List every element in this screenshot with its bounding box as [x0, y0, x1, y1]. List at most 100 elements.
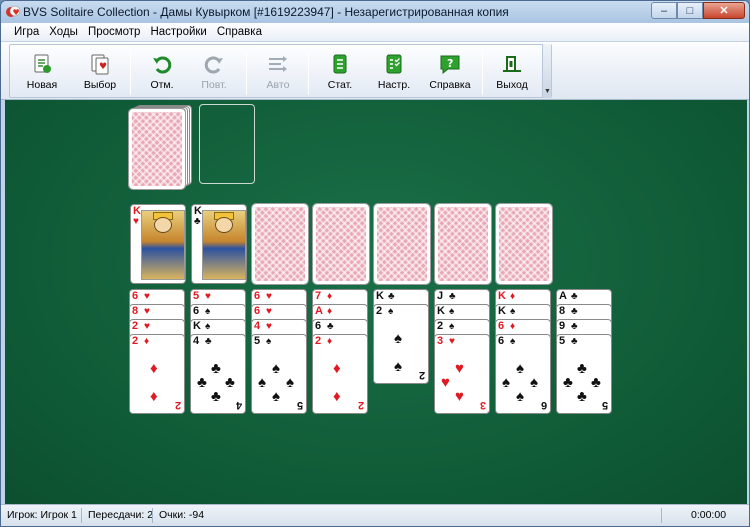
card-rank: 6 — [315, 320, 322, 332]
card-suit: ♣ — [449, 291, 456, 302]
card-rank: 6 — [254, 305, 261, 317]
card-rank: 5 — [559, 335, 566, 347]
card-rank: 6 — [132, 290, 139, 302]
card-pip: ♦ — [150, 360, 158, 377]
tableau-card[interactable]: 5 ♣ ♣ ♣ ♣ ♣ 5 — [556, 334, 612, 414]
card-rank: 2 — [437, 320, 444, 332]
undo-label: Отм. — [150, 79, 174, 91]
card-suit: ♠ — [449, 321, 455, 332]
card-suit: ♠ — [510, 336, 516, 347]
exit-icon — [501, 53, 523, 75]
card-rank-corner: 2 — [418, 369, 425, 381]
card-pip: ♣ — [591, 374, 601, 391]
toolbar-panel: Новая ♥ Выбор Отм. Повт. Авто Стат. Наст… — [9, 44, 552, 98]
card-suit: ♥ — [144, 306, 150, 317]
tableau-card[interactable]: 5 ♠ ♠ ♠ ♠ ♠ 5 — [251, 334, 307, 414]
card-pip: ♥ — [455, 360, 464, 377]
tableau-card[interactable]: 2 ♠ ♠ ♠ 2 — [373, 304, 429, 384]
undo-icon — [151, 53, 173, 75]
auto-play-icon — [267, 53, 289, 75]
menu-view[interactable]: Просмотр — [83, 26, 146, 38]
toolbar-overflow-handle[interactable]: ▼ — [542, 44, 551, 98]
card-pip: ♥ — [455, 388, 464, 405]
card-suit: ♦ — [327, 336, 333, 347]
choose-game-icon: ♥ — [89, 53, 111, 75]
settings-button[interactable]: Настр. — [370, 49, 418, 97]
menu-settings[interactable]: Настройки — [145, 26, 211, 38]
exit-label: Выход — [496, 79, 528, 91]
card-rank: K — [193, 320, 201, 332]
card-suit: ♣ — [571, 321, 578, 332]
tableau-card[interactable]: 2 ♦ ♦ ♦ 2 — [312, 334, 368, 414]
card-rank-corner: 2 — [174, 399, 181, 411]
foundation-card[interactable]: K ♣ — [191, 204, 247, 284]
card-suit: ♥ — [266, 321, 272, 332]
menu-help[interactable]: Справка — [212, 26, 267, 38]
card-rank: 3 — [437, 335, 444, 347]
help-button[interactable]: ? Справка — [426, 49, 474, 97]
chevron-down-icon: ▼ — [544, 88, 551, 95]
card-pip: ♠ — [272, 360, 280, 377]
status-player: Игрок: Игрок 1 — [7, 509, 77, 521]
close-button[interactable]: ✕ — [703, 2, 745, 19]
card-pip: ♣ — [577, 388, 587, 405]
tableau-card[interactable]: 3 ♥ ♥ ♥ ♥ 3 — [434, 334, 490, 414]
tableau-card[interactable]: 4 ♣ ♣ ♣ ♣ ♣ 4 — [190, 334, 246, 414]
foundation-pile[interactable] — [312, 203, 370, 285]
foundation-pile[interactable] — [495, 203, 553, 285]
game-table[interactable]: K ♥ K ♣ 6 ♥ 8 ♥ 2 ♥ 2 ♦ ♦ ♦ 2 5 ♥ 6 ♠ K ♠ 4 ♣ ♣ ♣ ♣ ♣ 4 6 ♥ 6 ♥ 4 ♥ 5 ♠… — [5, 100, 747, 504]
svg-text:?: ? — [447, 57, 453, 70]
tableau-card[interactable]: 2 ♦ ♦ ♦ 2 — [129, 334, 185, 414]
stats-button[interactable]: Стат. — [316, 49, 364, 97]
card-suit: ♥ — [133, 216, 139, 227]
menu-moves[interactable]: Ходы — [44, 26, 83, 38]
status-score: Очки: -94 — [159, 509, 205, 521]
card-suit: ♦ — [327, 291, 333, 302]
choose-game-button[interactable]: ♥ Выбор — [76, 49, 124, 97]
card-suit: ♥ — [144, 291, 150, 302]
card-pip: ♦ — [333, 360, 341, 377]
card-suit: ♦ — [327, 306, 333, 317]
card-suit: ♠ — [449, 306, 455, 317]
card-rank: K — [498, 290, 506, 302]
foundation-pile[interactable] — [251, 203, 309, 285]
foundation-card[interactable]: K ♥ — [130, 204, 186, 284]
undo-button[interactable]: Отм. — [138, 49, 186, 97]
maximize-button[interactable]: □ — [677, 2, 703, 19]
auto-button[interactable]: Авто — [254, 49, 302, 97]
card-suit: ♣ — [194, 216, 201, 227]
foundation-pile[interactable] — [434, 203, 492, 285]
card-rank: A — [559, 290, 567, 302]
foundation-pile[interactable] — [373, 203, 431, 285]
card-rank: 8 — [559, 305, 566, 317]
stock-pile[interactable] — [128, 108, 186, 190]
minimize-button[interactable]: – — [651, 2, 677, 19]
exit-button[interactable]: Выход — [488, 49, 536, 97]
waste-pile-slot[interactable] — [199, 104, 255, 184]
card-suit: ♣ — [388, 291, 395, 302]
stats-label: Стат. — [327, 79, 353, 91]
tableau-card[interactable]: 6 ♠ ♠ ♠ ♠ ♠ 6 — [495, 334, 551, 414]
status-bar: Игрок: Игрок 1 Пересдачи: 2 Очки: -94 0:… — [1, 504, 749, 526]
redo-button[interactable]: Повт. — [190, 49, 238, 97]
title-bar[interactable]: ♥ BVS Solitaire Collection - Дамы Кувырк… — [1, 1, 749, 23]
new-game-button[interactable]: Новая — [18, 49, 66, 97]
status-divider — [81, 508, 82, 523]
card-suit: ♠ — [510, 306, 516, 317]
card-suit: ♥ — [205, 291, 211, 302]
menu-game[interactable]: Игра — [9, 26, 44, 38]
stats-icon — [329, 53, 351, 75]
redo-label: Повт. — [201, 79, 227, 91]
card-suit: ♣ — [327, 321, 334, 332]
card-suit: ♠ — [388, 306, 394, 317]
card-rank: 9 — [559, 320, 566, 332]
card-suit: ♣ — [571, 306, 578, 317]
caption-buttons: – □ ✕ — [651, 2, 745, 20]
card-rank: 4 — [254, 320, 261, 332]
king-face-image — [202, 210, 246, 280]
face-icon — [154, 217, 172, 233]
card-pip: ♦ — [150, 388, 158, 405]
settings-label: Настр. — [377, 79, 411, 91]
choose-game-label: Выбор — [83, 79, 117, 91]
card-pip: ♣ — [197, 374, 207, 391]
